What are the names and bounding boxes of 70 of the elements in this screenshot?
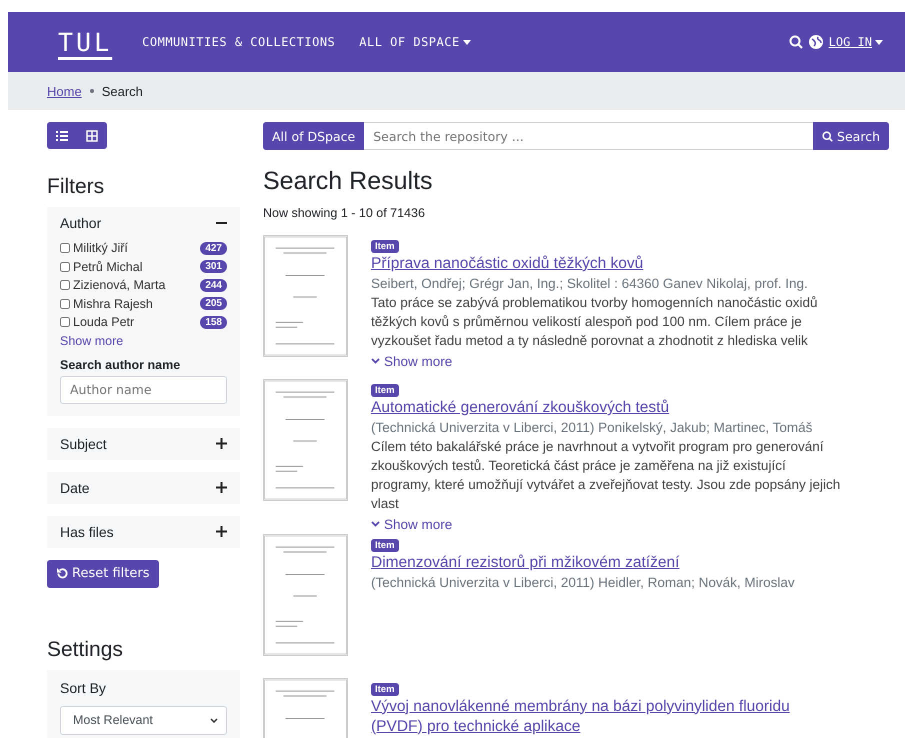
result-authors: (Technická Univerzita v Liberci, 2011) Heidler, Roman; Novák, Miroslav xyxy=(371,574,796,592)
expand-icon[interactable] xyxy=(216,482,227,493)
search-field[interactable]: Search the repository ... xyxy=(364,122,814,150)
sort-dropdown[interactable]: Most Relevant xyxy=(60,706,227,734)
grid-icon xyxy=(86,130,98,142)
globe-icon[interactable] xyxy=(808,35,823,49)
reset-filters-button[interactable]: Reset filters xyxy=(47,560,160,588)
results-summary: Now showing 1 - 10 of 71436 xyxy=(263,206,426,220)
type-badge: Item xyxy=(371,682,399,696)
filter-option[interactable]: Zizienová, Marta xyxy=(73,278,200,292)
nav-link[interactable]: COMMUNITIES & COLLECTIONS xyxy=(142,35,336,49)
breadcrumb-current: Search xyxy=(102,84,143,98)
scope-button[interactable]: All of DSpace xyxy=(263,122,364,150)
expand-icon[interactable] xyxy=(216,526,227,537)
settings-heading: Settings xyxy=(47,638,124,662)
result-authors: (Technická Univerzita v Liberci, 2011) Ponikelský, Jakub; Martinec, Tomáš xyxy=(371,419,814,437)
sort-label: Sort By xyxy=(60,678,107,698)
filter-option[interactable]: Militký Jiří xyxy=(73,241,200,256)
count-badge: 158 xyxy=(200,316,227,329)
type-badge: Item xyxy=(371,538,399,552)
login-link[interactable]: LOG IN xyxy=(828,35,883,49)
type-badge: Item xyxy=(371,240,399,253)
show-more-link[interactable]: Show more xyxy=(371,352,452,370)
result-abstract: Cílem této bakalářské práce je navrhnout a vytvořit program pro generování zkouškových testů. Teoretická část práce je zaměřena na již existující programy, které umožňují vytvářet a zveřejňovat testy. Jsou zde popsány jejich vlast xyxy=(371,438,841,513)
author-search-field[interactable]: Author name xyxy=(60,376,227,404)
search-icon[interactable] xyxy=(788,35,803,49)
chevron-down-icon xyxy=(210,718,218,722)
filter-title[interactable]: Date xyxy=(60,480,90,496)
document-thumbnail[interactable] xyxy=(263,235,348,357)
result-title-link[interactable]: Vývoj nanovlákenné membrány na bázi polyvinyliden fluoridu (PVDF) pro technické aplikace xyxy=(371,696,841,736)
chevron-down-icon xyxy=(371,521,380,527)
search-icon xyxy=(822,130,834,142)
filter-title[interactable]: Has files xyxy=(60,524,114,540)
filter-checkbox[interactable] xyxy=(60,298,70,309)
field-label: Search author name xyxy=(60,358,182,372)
search-button[interactable]: Search xyxy=(813,122,889,150)
site-logo[interactable]: TUL xyxy=(58,28,112,56)
filter-option[interactable]: Mishra Rajesh xyxy=(73,296,200,311)
document-thumbnail[interactable] xyxy=(263,379,348,501)
result-authors: Seibert, Ondřej; Grégr Jan, Ing.; Skolitel : 64360 Ganev Nikolaj, prof. Ing. xyxy=(371,275,809,293)
type-badge: Item xyxy=(371,384,399,397)
list-icon xyxy=(56,130,68,140)
filter-checkbox[interactable] xyxy=(60,280,70,290)
filter-title[interactable]: Author xyxy=(60,215,102,231)
count-badge: 205 xyxy=(200,297,227,310)
caret-icon xyxy=(875,40,883,44)
separator-dot xyxy=(90,89,94,93)
filter-title[interactable]: Subject xyxy=(60,436,107,452)
results-heading: Search Results xyxy=(263,167,434,196)
result-title-link[interactable]: Příprava nanočástic oxidů těžkých kovů xyxy=(371,254,841,274)
result-abstract: Tato práce se zabývá problematikou tvorby homogenních nanočástic oxidů těžkých kovů s průměrnou velikostí alespoň pod 100 nm. Cílem práce je vyzkoušet řadu metod a ty následně porovnat a zhodnotit z hlediska velik xyxy=(371,294,819,350)
result-title-link[interactable]: Automatické generování zkouškových testů xyxy=(371,398,841,418)
filter-checkbox[interactable] xyxy=(60,262,70,272)
breadcrumb-link[interactable]: Home xyxy=(47,84,82,98)
filters-heading: Filters xyxy=(47,175,106,199)
nav-link[interactable]: ALL OF DSPACE xyxy=(359,35,471,49)
count-badge: 427 xyxy=(200,242,227,255)
show-more-link[interactable]: Show more xyxy=(371,514,452,534)
filter-checkbox[interactable] xyxy=(60,243,70,254)
result-title-link[interactable]: Dimenzování rezistorů při mžikovém zatížení xyxy=(371,552,841,572)
expand-icon[interactable] xyxy=(216,438,227,449)
chevron-down-icon xyxy=(371,358,380,364)
count-badge: 244 xyxy=(200,278,227,292)
filter-checkbox[interactable] xyxy=(60,317,70,328)
count-badge: 301 xyxy=(200,260,227,274)
undo-icon xyxy=(57,568,68,579)
filter-option[interactable]: Louda Petr xyxy=(73,315,200,330)
filter-option[interactable]: Petrů Michal xyxy=(73,260,200,274)
show-more-link[interactable]: Show more xyxy=(60,334,124,348)
document-thumbnail[interactable] xyxy=(263,534,348,656)
